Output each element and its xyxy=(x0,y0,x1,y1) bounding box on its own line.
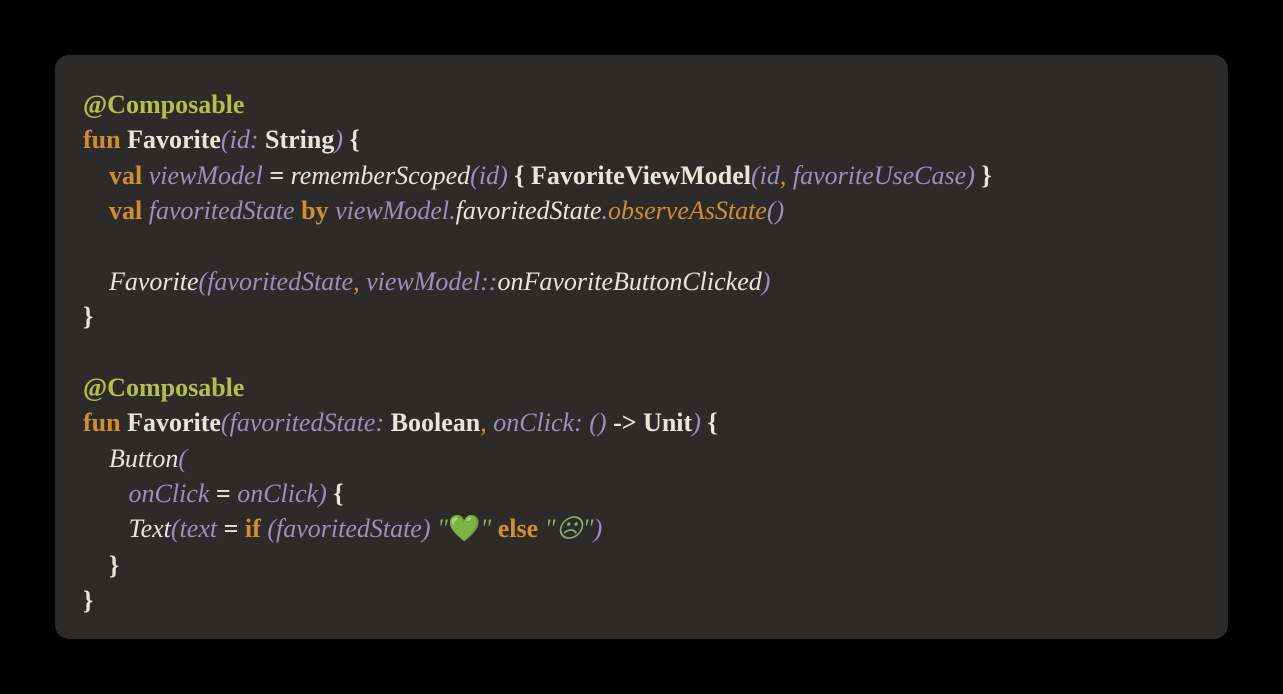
code-token: ( xyxy=(267,514,276,543)
code-token: observeAsState xyxy=(608,196,767,225)
code-token: Favorite xyxy=(109,267,199,296)
code-token: favoritedState xyxy=(230,408,376,437)
code-token: : xyxy=(375,408,390,437)
code-token xyxy=(83,479,129,508)
code-token: onClick xyxy=(237,479,318,508)
code-token: " xyxy=(437,514,448,543)
code-token xyxy=(83,514,129,543)
code-token: val xyxy=(109,161,149,190)
code-token: { xyxy=(327,479,344,508)
code-token: ( xyxy=(199,267,208,296)
code-token: String xyxy=(265,125,334,154)
code-token: ) xyxy=(318,479,327,508)
code-token: favoritedState xyxy=(207,267,353,296)
code-token: ) xyxy=(966,161,975,190)
code-token: ( xyxy=(221,125,230,154)
code-token: ) xyxy=(422,514,431,543)
code-token: :: xyxy=(480,267,497,296)
code-token: viewModel xyxy=(335,196,449,225)
code-token: ) xyxy=(762,267,771,296)
code-token: rememberScoped xyxy=(291,161,471,190)
code-token: ( xyxy=(221,408,230,437)
code-token: } xyxy=(83,586,93,615)
code-token: text xyxy=(180,514,218,543)
code-token: ( xyxy=(751,161,760,190)
code-token: Favorite xyxy=(127,125,221,154)
code-token: ( xyxy=(171,514,180,543)
code-token: { xyxy=(343,125,360,154)
code-token xyxy=(83,551,109,580)
code-token: { xyxy=(701,408,718,437)
code-token: id xyxy=(479,161,499,190)
code-token: favoritedState xyxy=(276,514,422,543)
code-token: ) xyxy=(499,161,508,190)
code-token xyxy=(83,231,90,260)
code-token: 💚 xyxy=(448,514,480,544)
code-token: id xyxy=(760,161,780,190)
code-token: by xyxy=(301,196,328,225)
code-token: else xyxy=(498,514,538,543)
code-token: favoritedState xyxy=(456,196,602,225)
code-token: = xyxy=(209,479,237,508)
code-token: favoritedState xyxy=(149,196,295,225)
code-token xyxy=(83,338,90,367)
code-token: () xyxy=(589,408,606,437)
code-token: ) xyxy=(594,514,603,543)
code-token: ( xyxy=(178,444,187,473)
code-token: val xyxy=(109,196,149,225)
code-token: ( xyxy=(470,161,479,190)
code-token xyxy=(83,267,109,296)
code-token: } xyxy=(109,551,119,580)
code-token xyxy=(83,161,109,190)
code-token: Unit xyxy=(643,408,692,437)
code-card: @Composable fun Favorite(id: String) { v… xyxy=(55,55,1228,639)
code-token: Text xyxy=(129,514,171,543)
code-token: "☹" xyxy=(545,514,594,543)
code-token: onClick xyxy=(493,408,574,437)
code-token: viewModel xyxy=(366,267,480,296)
code-token: Button xyxy=(109,444,178,473)
code-token: @Composable xyxy=(83,373,244,402)
code-token: : xyxy=(574,408,589,437)
code-token: favoriteUseCase xyxy=(793,161,966,190)
code-token: ) xyxy=(334,125,343,154)
code-token: FavoriteViewModel xyxy=(531,161,751,190)
code-token: id xyxy=(230,125,250,154)
code-token: -> xyxy=(607,408,643,437)
code-token: Favorite xyxy=(127,408,221,437)
code-token: } xyxy=(975,161,992,190)
code-token: ) xyxy=(692,408,701,437)
code-token: fun xyxy=(83,408,127,437)
code-token: { xyxy=(508,161,531,190)
code-token: () xyxy=(767,196,784,225)
code-block: @Composable fun Favorite(id: String) { v… xyxy=(83,87,1200,618)
code-token: onFavoriteButtonClicked xyxy=(497,267,761,296)
code-token xyxy=(83,444,109,473)
code-token: viewModel xyxy=(149,161,263,190)
code-token: if xyxy=(245,514,267,543)
code-token xyxy=(83,196,109,225)
code-token: onClick xyxy=(129,479,210,508)
code-token: : xyxy=(250,125,265,154)
code-token: fun xyxy=(83,125,127,154)
code-token: Boolean xyxy=(391,408,481,437)
code-token: = xyxy=(263,161,291,190)
code-token: " xyxy=(480,514,491,543)
code-token: = xyxy=(217,514,245,543)
code-token: } xyxy=(83,302,93,331)
code-token: @Composable xyxy=(83,90,244,119)
